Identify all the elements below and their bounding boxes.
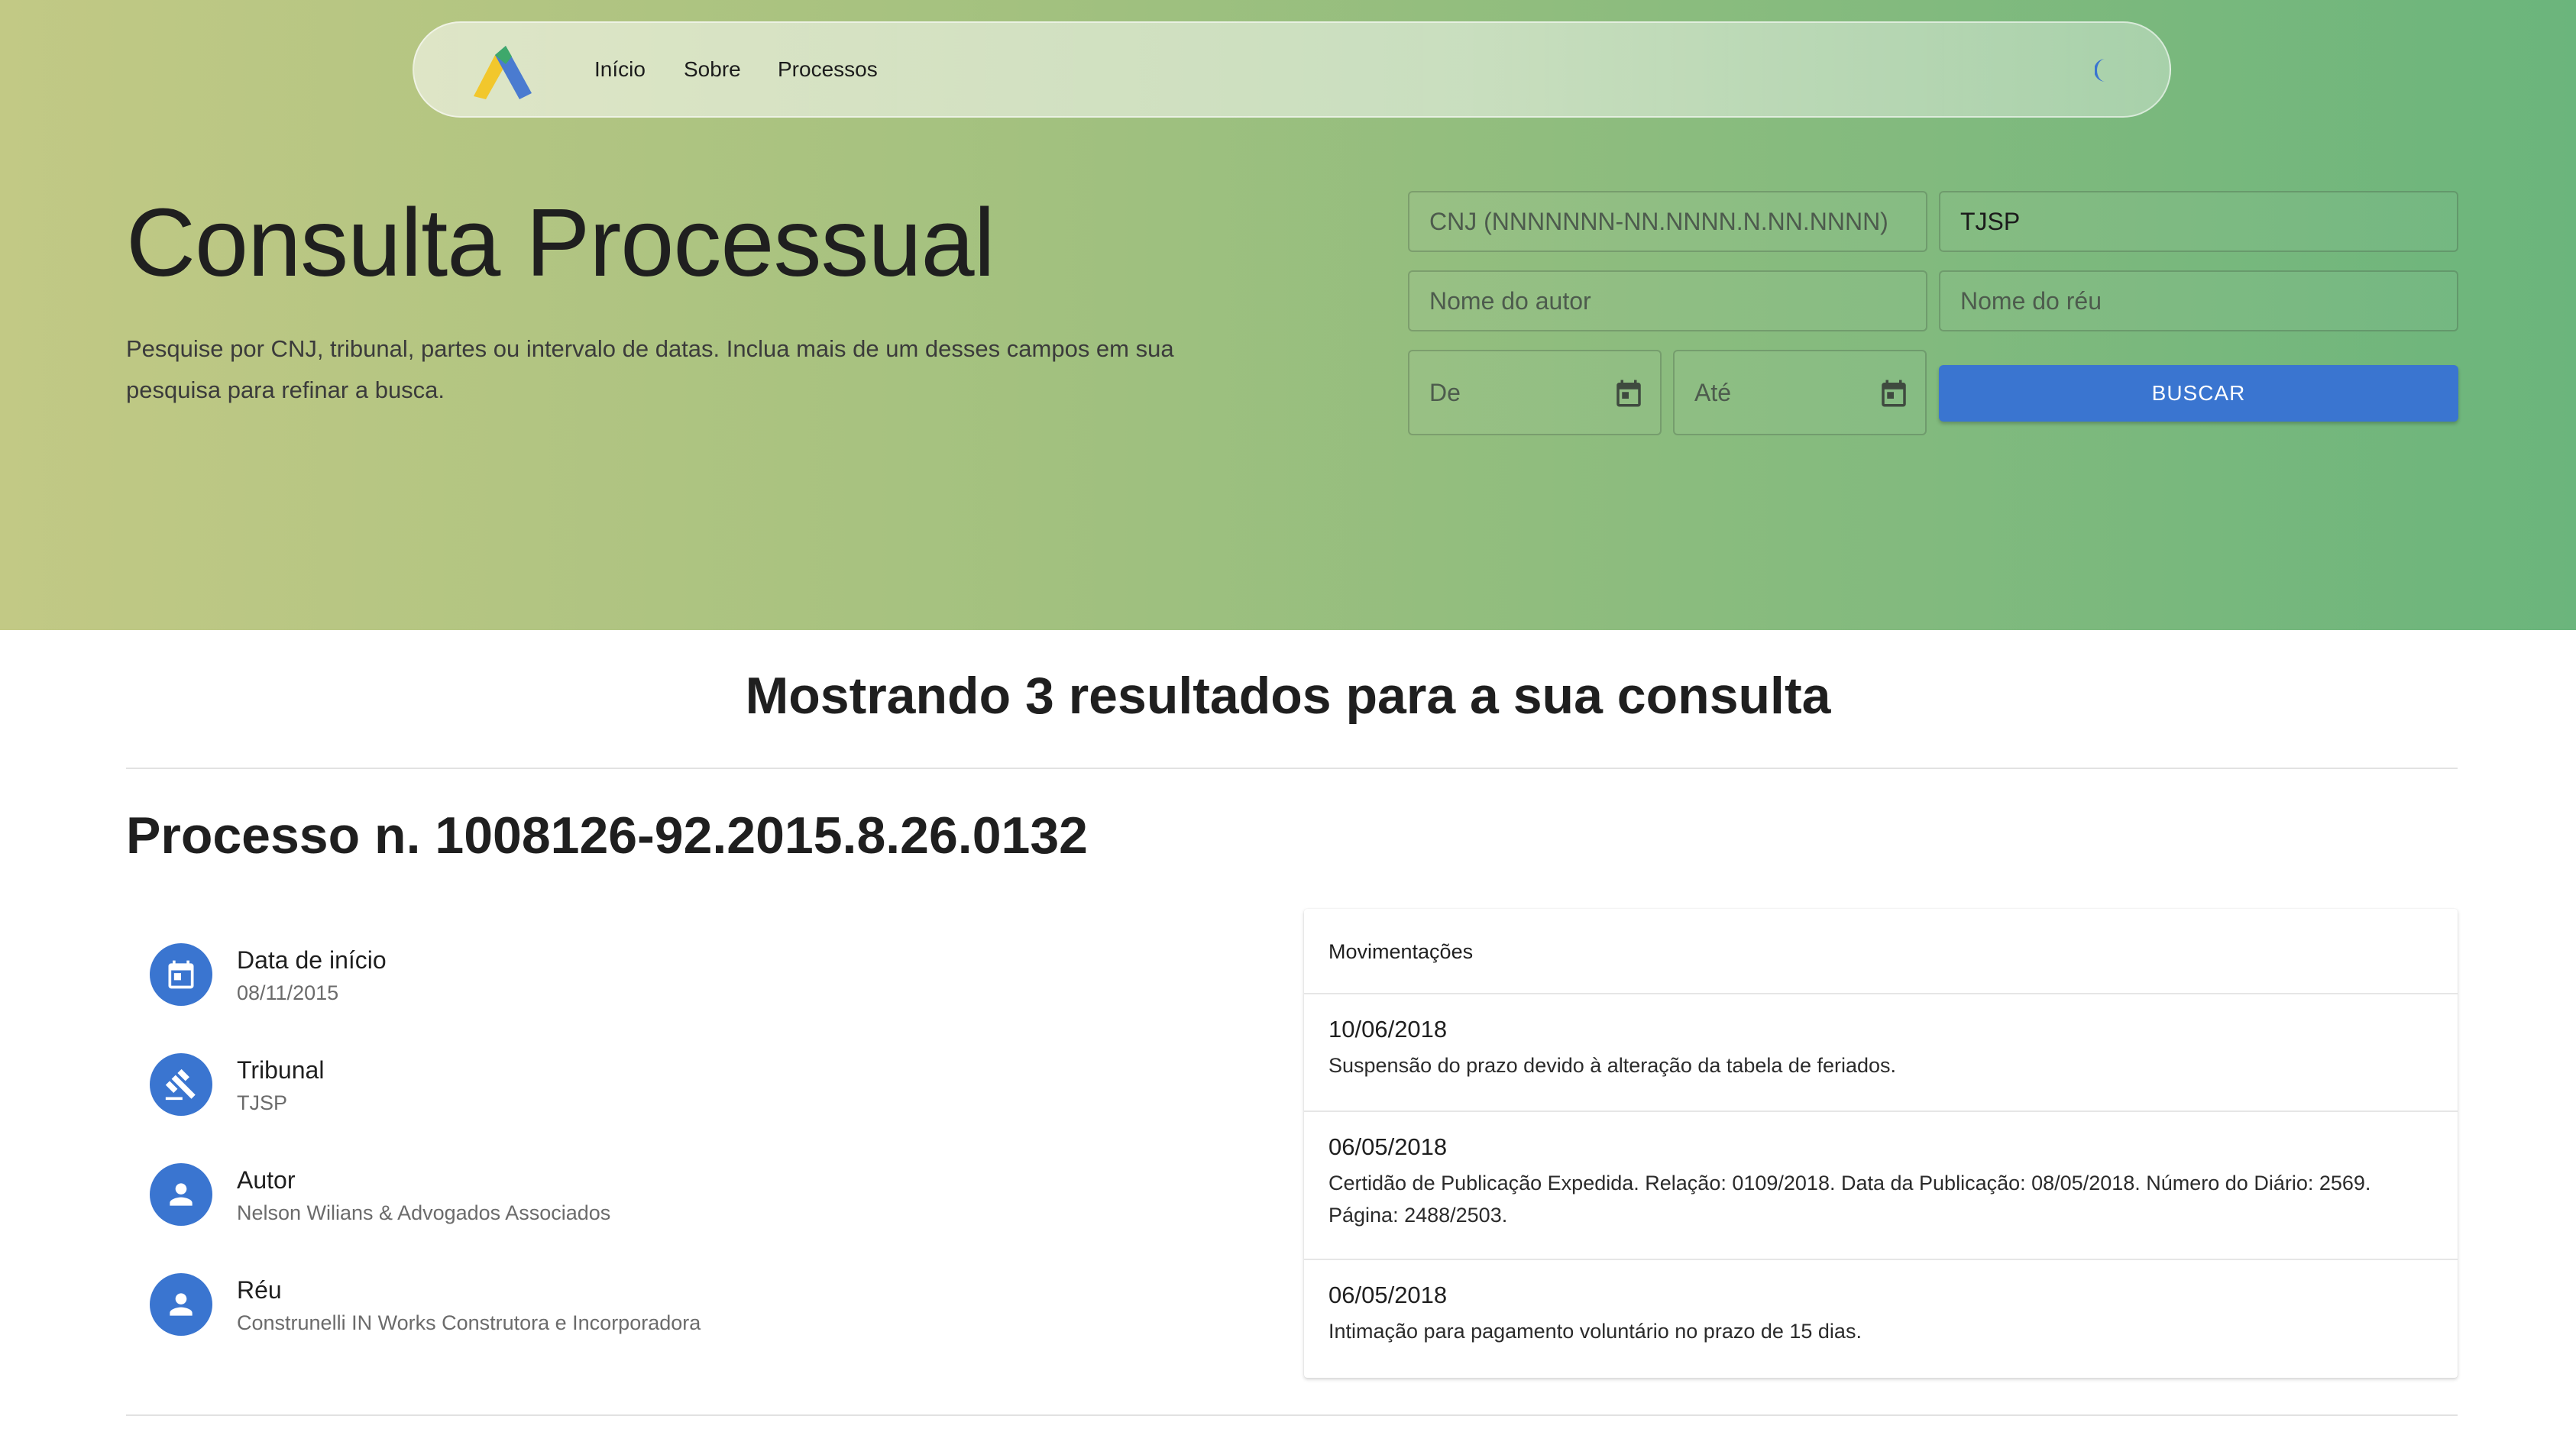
info-label: Tribunal (237, 1056, 325, 1084)
info-label: Réu (237, 1276, 282, 1304)
page-title: Consulta Processual (126, 189, 995, 296)
cnj-input[interactable]: CNJ (NNNNNNN-NN.NNNN.N.NN.NNNN) (1408, 191, 1927, 252)
info-value: Construnelli IN Works Construtora e Inco… (237, 1311, 701, 1334)
nav-link-sobre[interactable]: Sobre (684, 23, 741, 116)
calendar-icon[interactable] (1613, 377, 1645, 409)
hero-section: Início Sobre Processos Consulta Processu… (0, 0, 2576, 630)
person-icon (150, 1273, 212, 1336)
date-from-input[interactable]: De (1408, 350, 1662, 435)
app-logo[interactable] (468, 43, 536, 99)
movimentacao-date: 06/05/2018 (1328, 1133, 1448, 1160)
info-value: 08/11/2015 (237, 981, 339, 1004)
info-label: Autor (237, 1166, 296, 1194)
nav-link-inicio[interactable]: Início (594, 23, 646, 116)
divider (126, 768, 2458, 769)
movimentacao-date: 06/05/2018 (1328, 1282, 1448, 1308)
list-item: 10/06/2018 Suspensão do prazo devido à a… (1304, 994, 2458, 1112)
date-from-placeholder: De (1429, 379, 1461, 406)
movimentacao-text: Intimação para pagamento voluntário no p… (1328, 1320, 1862, 1343)
info-item-reu: Réu Construnelli IN Works Construtora e … (150, 1273, 1219, 1350)
reu-input[interactable]: Nome do réu (1939, 270, 2458, 331)
gavel-icon (150, 1053, 212, 1116)
process-title: Processo n. 1008126-92.2015.8.26.0132 (126, 807, 1088, 865)
info-value: Nelson Wilians & Advogados Associados (237, 1201, 611, 1224)
navbar: Início Sobre Processos (413, 21, 2171, 118)
autor-input[interactable]: Nome do autor (1408, 270, 1927, 331)
info-value: TJSP (237, 1091, 288, 1114)
search-button[interactable]: BUSCAR (1939, 365, 2458, 422)
divider (126, 1414, 2458, 1416)
info-label: Data de início (237, 946, 387, 974)
movimentacao-text: Certidão de Publicação Expedida. Relação… (1328, 1172, 2371, 1227)
movimentacao-text: Suspensão do prazo devido à alteração da… (1328, 1054, 1897, 1077)
moon-icon[interactable] (2095, 57, 2122, 84)
date-to-placeholder: Até (1694, 379, 1732, 406)
info-item-data-inicio: Data de início 08/11/2015 (150, 943, 1219, 1020)
calendar-icon[interactable] (1878, 377, 1910, 409)
movimentacoes-card: Movimentações 10/06/2018 Suspensão do pr… (1304, 909, 2458, 1378)
results-heading: Mostrando 3 resultados para a sua consul… (745, 667, 1831, 725)
date-to-input[interactable]: Até (1673, 350, 1927, 435)
movimentacao-date: 10/06/2018 (1328, 1016, 1448, 1043)
person-icon (150, 1163, 212, 1226)
list-item: 06/05/2018 Intimação para pagamento volu… (1304, 1260, 2458, 1378)
info-item-autor: Autor Nelson Wilians & Advogados Associa… (150, 1163, 1219, 1240)
list-item: 06/05/2018 Certidão de Publicação Expedi… (1304, 1112, 2458, 1260)
calendar-icon (150, 943, 212, 1006)
info-item-tribunal: Tribunal TJSP (150, 1053, 1219, 1130)
tribunal-input[interactable]: TJSP (1939, 191, 2458, 252)
movimentacoes-header: Movimentações (1304, 909, 2458, 994)
nav-link-processos[interactable]: Processos (778, 23, 878, 116)
page-description: Pesquise por CNJ, tribunal, partes ou in… (126, 335, 1174, 403)
